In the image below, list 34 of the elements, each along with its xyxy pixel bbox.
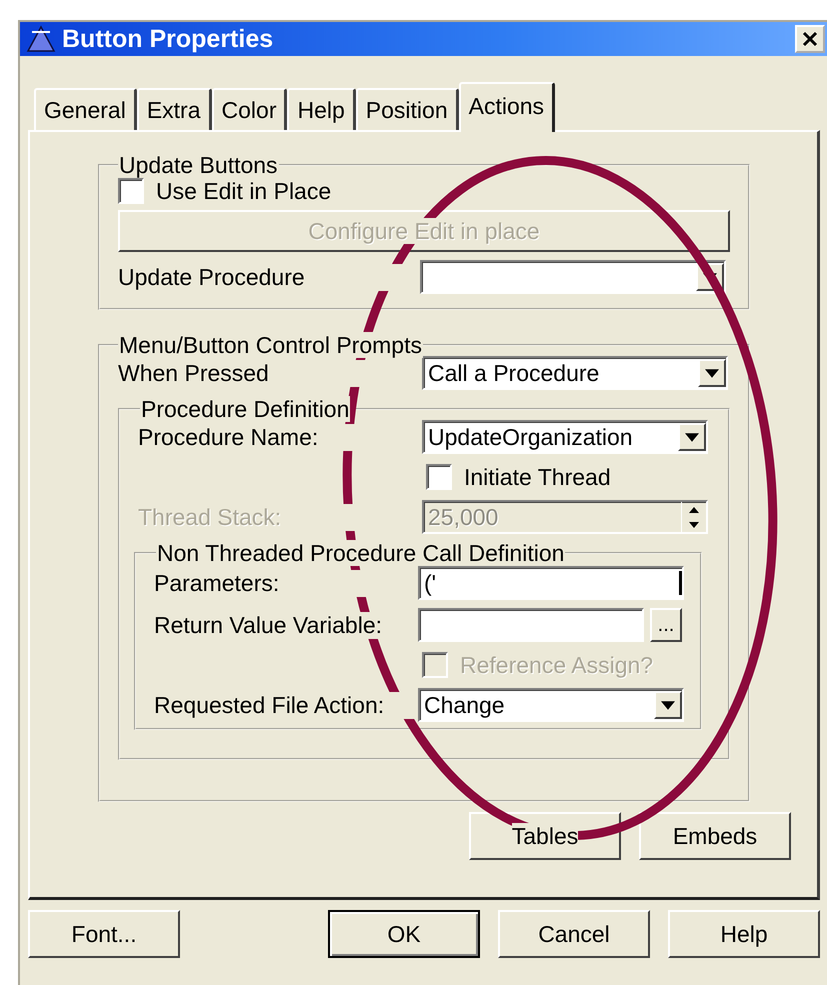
- close-button[interactable]: [795, 25, 825, 53]
- tab[interactable]: Help: [287, 88, 356, 130]
- button[interactable]: Tables: [469, 812, 621, 860]
- dropdown-field[interactable]: Change: [418, 688, 684, 722]
- checkbox[interactable]: [118, 178, 144, 204]
- app-icon: [26, 24, 56, 54]
- input-field[interactable]: [418, 608, 644, 642]
- button[interactable]: Font...: [28, 910, 180, 958]
- dropdown-field[interactable]: UpdateOrganization: [422, 420, 708, 454]
- tab[interactable]: Actions: [458, 82, 556, 132]
- tab[interactable]: Extra: [136, 88, 212, 130]
- caret-icon: [685, 432, 699, 442]
- group-title: Non Threaded Procedure Call Definition: [156, 540, 566, 566]
- down-arrow-icon: [689, 522, 699, 528]
- browse-button[interactable]: ...: [650, 608, 682, 642]
- caret-icon: [705, 368, 719, 378]
- caret-icon: [661, 700, 675, 710]
- button[interactable]: Help: [668, 910, 820, 958]
- checkbox[interactable]: [426, 464, 452, 490]
- up-arrow-icon: [689, 506, 699, 512]
- input-field[interactable]: (': [418, 566, 684, 600]
- dropdown-field[interactable]: [420, 260, 726, 294]
- window-title: Button Properties: [62, 24, 274, 54]
- group-title: Menu/Button Control Prompts: [118, 332, 423, 358]
- text-cursor: [679, 571, 682, 595]
- tab[interactable]: Position: [356, 88, 459, 130]
- button[interactable]: Cancel: [498, 910, 650, 958]
- group-title: Procedure Definition: [140, 396, 350, 422]
- tab[interactable]: Color: [212, 88, 288, 130]
- button[interactable]: OK: [328, 910, 480, 958]
- tab[interactable]: General: [34, 88, 137, 130]
- dropdown-field[interactable]: Call a Procedure: [422, 356, 728, 390]
- button[interactable]: Embeds: [639, 812, 791, 860]
- close-icon: [802, 31, 818, 47]
